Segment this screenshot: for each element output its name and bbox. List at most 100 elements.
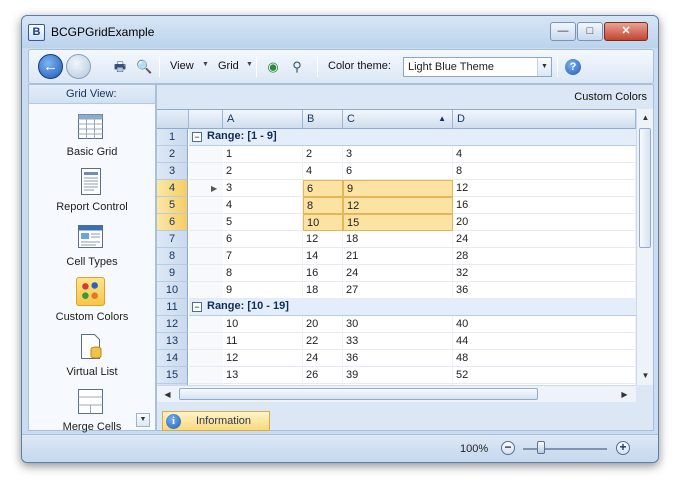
chevron-down-icon[interactable]: ▼ (537, 58, 551, 76)
grid-cell[interactable]: 20 (303, 316, 343, 333)
grid-cell[interactable]: 24 (453, 231, 636, 248)
grid-cell[interactable]: 44 (453, 333, 636, 350)
back-button[interactable]: ← (38, 54, 63, 79)
sidebar-item-basic-grid[interactable]: Basic Grid (29, 112, 155, 162)
grid-cell[interactable]: 32 (453, 265, 636, 282)
grid-cell[interactable]: 8 (223, 265, 303, 282)
select-all-corner[interactable] (157, 110, 189, 129)
grid-cell[interactable]: 15 (343, 214, 453, 231)
scroll-right-icon[interactable]: ▶ (617, 387, 632, 402)
row-number[interactable]: 2 (157, 146, 188, 163)
column-header-d[interactable]: D (453, 110, 636, 129)
grid-cell[interactable]: 1 (223, 146, 303, 163)
print-preview-icon[interactable]: 🔍 (136, 59, 152, 75)
grid-cell[interactable]: 16 (453, 197, 636, 214)
grid-menu[interactable]: Grid (218, 60, 239, 72)
grid-cell[interactable]: 11 (223, 333, 303, 350)
grid-cell[interactable]: 6 (343, 163, 453, 180)
zoom-in-button[interactable]: + (616, 441, 630, 455)
grid-cell[interactable]: 12 (223, 350, 303, 367)
grid-cell[interactable]: 10 (223, 316, 303, 333)
close-button[interactable]: ✕ (604, 22, 648, 41)
row-number[interactable]: 12 (157, 316, 188, 333)
grid-cell[interactable]: 10 (303, 214, 343, 231)
grid-cell[interactable]: 52 (453, 367, 636, 384)
grid-cell[interactable]: 12 (453, 180, 636, 197)
sidebar-item-merge-cells[interactable]: Merge Cells (29, 387, 155, 437)
grid-cell[interactable]: 16 (303, 265, 343, 282)
column-header-c[interactable]: C ▲ (343, 110, 453, 129)
grid-cell[interactable]: 36 (453, 282, 636, 299)
minimize-button[interactable]: — (550, 22, 576, 41)
grid-cell[interactable]: 5 (223, 214, 303, 231)
row-number[interactable]: 9 (157, 265, 188, 282)
title-bar[interactable]: B BCGPGridExample — □ ✕ (22, 16, 658, 48)
forward-button[interactable]: → (66, 54, 91, 79)
sidebar-item-report-control[interactable]: Report Control (29, 167, 155, 217)
sidebar-item-custom-colors[interactable]: Custom Colors (29, 277, 155, 327)
sidebar-scroll-down-button[interactable]: ▼ (136, 413, 150, 427)
row-number[interactable]: 14 (157, 350, 188, 367)
help-icon[interactable]: ? (565, 59, 581, 75)
collapse-icon[interactable]: − (192, 302, 202, 312)
vertical-scrollbar[interactable]: ▲ ▼ (636, 109, 653, 385)
row-number[interactable]: 13 (157, 333, 188, 350)
grid-cell[interactable]: 18 (343, 231, 453, 248)
sidebar-item-virtual-list[interactable]: Virtual List (29, 332, 155, 382)
scroll-thumb[interactable] (639, 128, 651, 248)
grid-cell[interactable]: 2 (303, 146, 343, 163)
grid-cell[interactable]: 24 (343, 265, 453, 282)
row-number[interactable]: 10 (157, 282, 188, 299)
view-menu[interactable]: View (170, 60, 194, 72)
information-tab[interactable]: i Information (162, 411, 270, 431)
grid-cell[interactable]: 14 (303, 248, 343, 265)
grid-cell[interactable]: 18 (303, 282, 343, 299)
group-row[interactable]: − Range: [1 - 9] (189, 129, 636, 146)
column-header-a[interactable]: A (223, 110, 303, 129)
grid-cell[interactable]: 13 (223, 367, 303, 384)
grid-cell[interactable]: 40 (453, 316, 636, 333)
find-icon[interactable]: ⚲ (289, 59, 305, 75)
grid-cell[interactable]: 30 (343, 316, 453, 333)
print-icon[interactable]: 🖶 (112, 59, 128, 75)
scroll-thumb[interactable] (179, 388, 538, 400)
scroll-down-icon[interactable]: ▼ (638, 368, 653, 383)
row-number[interactable]: 7 (157, 231, 188, 248)
grid-cell[interactable]: 28 (453, 248, 636, 265)
grid-cell[interactable]: 4 (303, 163, 343, 180)
globe-icon[interactable]: ◉ (265, 59, 281, 75)
grid-cell[interactable]: 27 (343, 282, 453, 299)
row-number[interactable]: 6 (157, 214, 188, 231)
column-header-b[interactable]: B (303, 110, 343, 129)
collapse-icon[interactable]: − (192, 132, 202, 142)
row-number[interactable]: 15 (157, 367, 188, 384)
scroll-up-icon[interactable]: ▲ (638, 110, 653, 125)
grid-cell[interactable]: 26 (303, 367, 343, 384)
maximize-button[interactable]: □ (577, 22, 603, 41)
row-number[interactable]: 11 (157, 299, 188, 316)
color-theme-select[interactable]: Light Blue Theme ▼ (403, 57, 552, 77)
grid-cell[interactable]: 9 (343, 180, 453, 197)
grid-cell[interactable]: 6 (223, 231, 303, 248)
scroll-left-icon[interactable]: ◀ (160, 387, 175, 402)
grid-cell[interactable]: 4 (223, 197, 303, 214)
horizontal-scrollbar[interactable]: ◀ ▶ (157, 385, 636, 402)
row-number[interactable]: 1 (157, 129, 188, 146)
grid-cell[interactable]: 8 (453, 163, 636, 180)
row-number[interactable]: 3 (157, 163, 188, 180)
grid-cell[interactable]: 8 (303, 197, 343, 214)
grid-cell[interactable]: 4 (453, 146, 636, 163)
grid-cell[interactable]: 48 (453, 350, 636, 367)
grid-cell[interactable]: 39 (343, 367, 453, 384)
grid-cell[interactable]: 2 (223, 163, 303, 180)
grid-cell[interactable]: 20 (453, 214, 636, 231)
zoom-slider-thumb[interactable] (537, 441, 545, 454)
row-number[interactable]: 4 (157, 180, 188, 197)
grid-cell[interactable]: 21 (343, 248, 453, 265)
row-number[interactable]: 8 (157, 248, 188, 265)
grid-cell[interactable]: 36 (343, 350, 453, 367)
data-grid[interactable]: A B C ▲ D 1− Range: [1 - 9] 2 1 2 3 4 3 2 4 6 8 4 ▶ 3 6 9… (157, 109, 636, 385)
grid-cell[interactable]: 7 (223, 248, 303, 265)
grid-cell[interactable]: 33 (343, 333, 453, 350)
zoom-slider-track[interactable] (523, 448, 607, 450)
